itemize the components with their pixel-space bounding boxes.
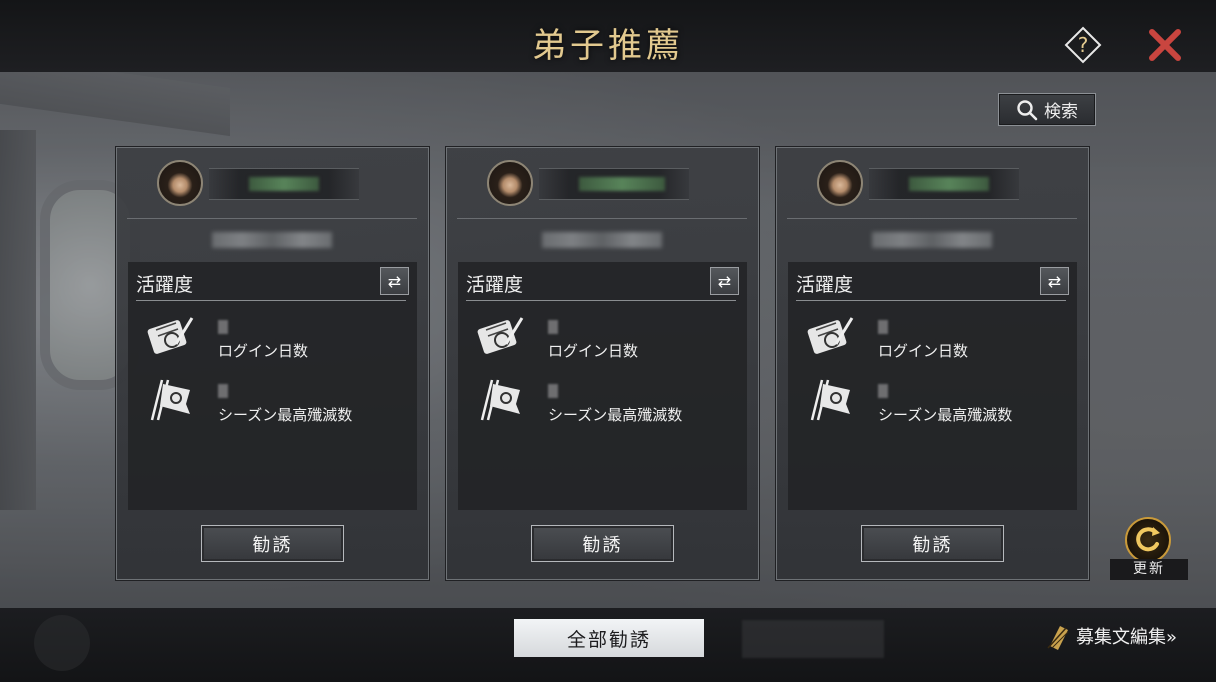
- season-max-kills-label: シーズン最高殲滅数: [218, 406, 353, 424]
- war-flag-icon: [480, 379, 520, 421]
- war-flag-icon: [810, 379, 850, 421]
- activity-divider: [466, 300, 736, 301]
- card-divider: [787, 218, 1077, 219]
- login-days-label: ログイン日数: [878, 342, 969, 360]
- swap-stats-button[interactable]: ⇄: [380, 267, 409, 295]
- swap-stats-button[interactable]: ⇄: [1040, 267, 1069, 295]
- disciple-card: 活躍度 ⇄ ログイン日数 シーズン最高殲滅数 勧誘: [446, 147, 759, 580]
- recruit-button[interactable]: 勧誘: [201, 525, 344, 562]
- activity-divider: [136, 300, 406, 301]
- activity-panel: 活躍度 ⇄ ログイン日数 シーズン最高殲滅数: [128, 262, 417, 510]
- player-name-plate: [539, 168, 689, 200]
- close-icon: [1149, 29, 1181, 61]
- refresh-icon-ring: [1125, 517, 1171, 563]
- login-days-value-redacted: [218, 320, 228, 334]
- edit-recruitment-message-link[interactable]: 募集文編集»: [1046, 622, 1177, 650]
- search-icon: [1017, 99, 1038, 120]
- player-name-redacted: [249, 177, 319, 191]
- refresh-label: 更新: [1110, 559, 1188, 580]
- player-info-redacted: [542, 232, 662, 248]
- max-kills-value-redacted: [218, 384, 228, 398]
- login-days-label: ログイン日数: [218, 342, 309, 360]
- player-name-plate: [869, 168, 1019, 200]
- activity-title: 活躍度: [466, 274, 524, 296]
- max-kills-value-redacted: [548, 384, 558, 398]
- scroll-brush-icon: [807, 317, 854, 354]
- activity-title: 活躍度: [136, 274, 194, 296]
- player-info-redacted: [872, 232, 992, 248]
- header-bar: 弟子推薦 ?: [0, 0, 1216, 72]
- activity-panel: 活躍度 ⇄ ログイン日数 シーズン最高殲滅数: [788, 262, 1077, 510]
- player-name-plate: [209, 168, 359, 200]
- war-flag-icon: [150, 379, 190, 421]
- swap-icon: ⇄: [717, 271, 732, 291]
- recruit-button[interactable]: 勧誘: [531, 525, 674, 562]
- recruit-button[interactable]: 勧誘: [861, 525, 1004, 562]
- login-days-value-redacted: [878, 320, 888, 334]
- help-icon: ?: [1064, 26, 1102, 64]
- disciple-card: 活躍度 ⇄ ログイン日数 シーズン最高殲滅数 勧誘: [776, 147, 1089, 580]
- svg-text:?: ?: [1078, 33, 1089, 57]
- edit-quill-icon: [1047, 626, 1069, 650]
- season-max-kills-label: シーズン最高殲滅数: [878, 406, 1013, 424]
- max-kills-value-redacted: [878, 384, 888, 398]
- player-name-redacted: [579, 177, 665, 191]
- page-title: 弟子推薦: [532, 26, 684, 66]
- avatar[interactable]: [487, 160, 533, 206]
- swap-icon: ⇄: [387, 271, 402, 291]
- refresh-icon: [1136, 527, 1160, 552]
- season-max-kills-label: シーズン最高殲滅数: [548, 406, 683, 424]
- disciple-card: 活躍度 ⇄ ログイン日数 シーズン最高殲滅数 勧誘: [116, 147, 429, 580]
- search-label: 検索: [1044, 102, 1078, 122]
- scroll-brush-icon: [477, 317, 524, 354]
- activity-title: 活躍度: [796, 274, 854, 296]
- recruit-all-button[interactable]: 全部勧誘: [514, 619, 704, 657]
- swap-icon: ⇄: [1047, 271, 1062, 291]
- login-days-value-redacted: [548, 320, 558, 334]
- search-button[interactable]: 検索: [998, 93, 1096, 126]
- edit-recruitment-message-label: 募集文編集»: [1076, 627, 1178, 648]
- avatar[interactable]: [817, 160, 863, 206]
- refresh-button[interactable]: 更新: [1110, 516, 1188, 580]
- help-button[interactable]: ?: [1064, 26, 1102, 64]
- card-divider: [457, 218, 747, 219]
- activity-divider: [796, 300, 1066, 301]
- swap-stats-button[interactable]: ⇄: [710, 267, 739, 295]
- scroll-brush-icon: [147, 317, 194, 354]
- send-button-dimmed: [742, 620, 884, 658]
- player-info-redacted: [212, 232, 332, 248]
- login-days-label: ログイン日数: [548, 342, 639, 360]
- back-button-dimmed: [34, 615, 90, 671]
- activity-panel: 活躍度 ⇄ ログイン日数 シーズン最高殲滅数: [458, 262, 747, 510]
- card-divider: [127, 218, 417, 219]
- close-button[interactable]: [1146, 26, 1184, 64]
- player-name-redacted: [909, 177, 989, 191]
- avatar[interactable]: [157, 160, 203, 206]
